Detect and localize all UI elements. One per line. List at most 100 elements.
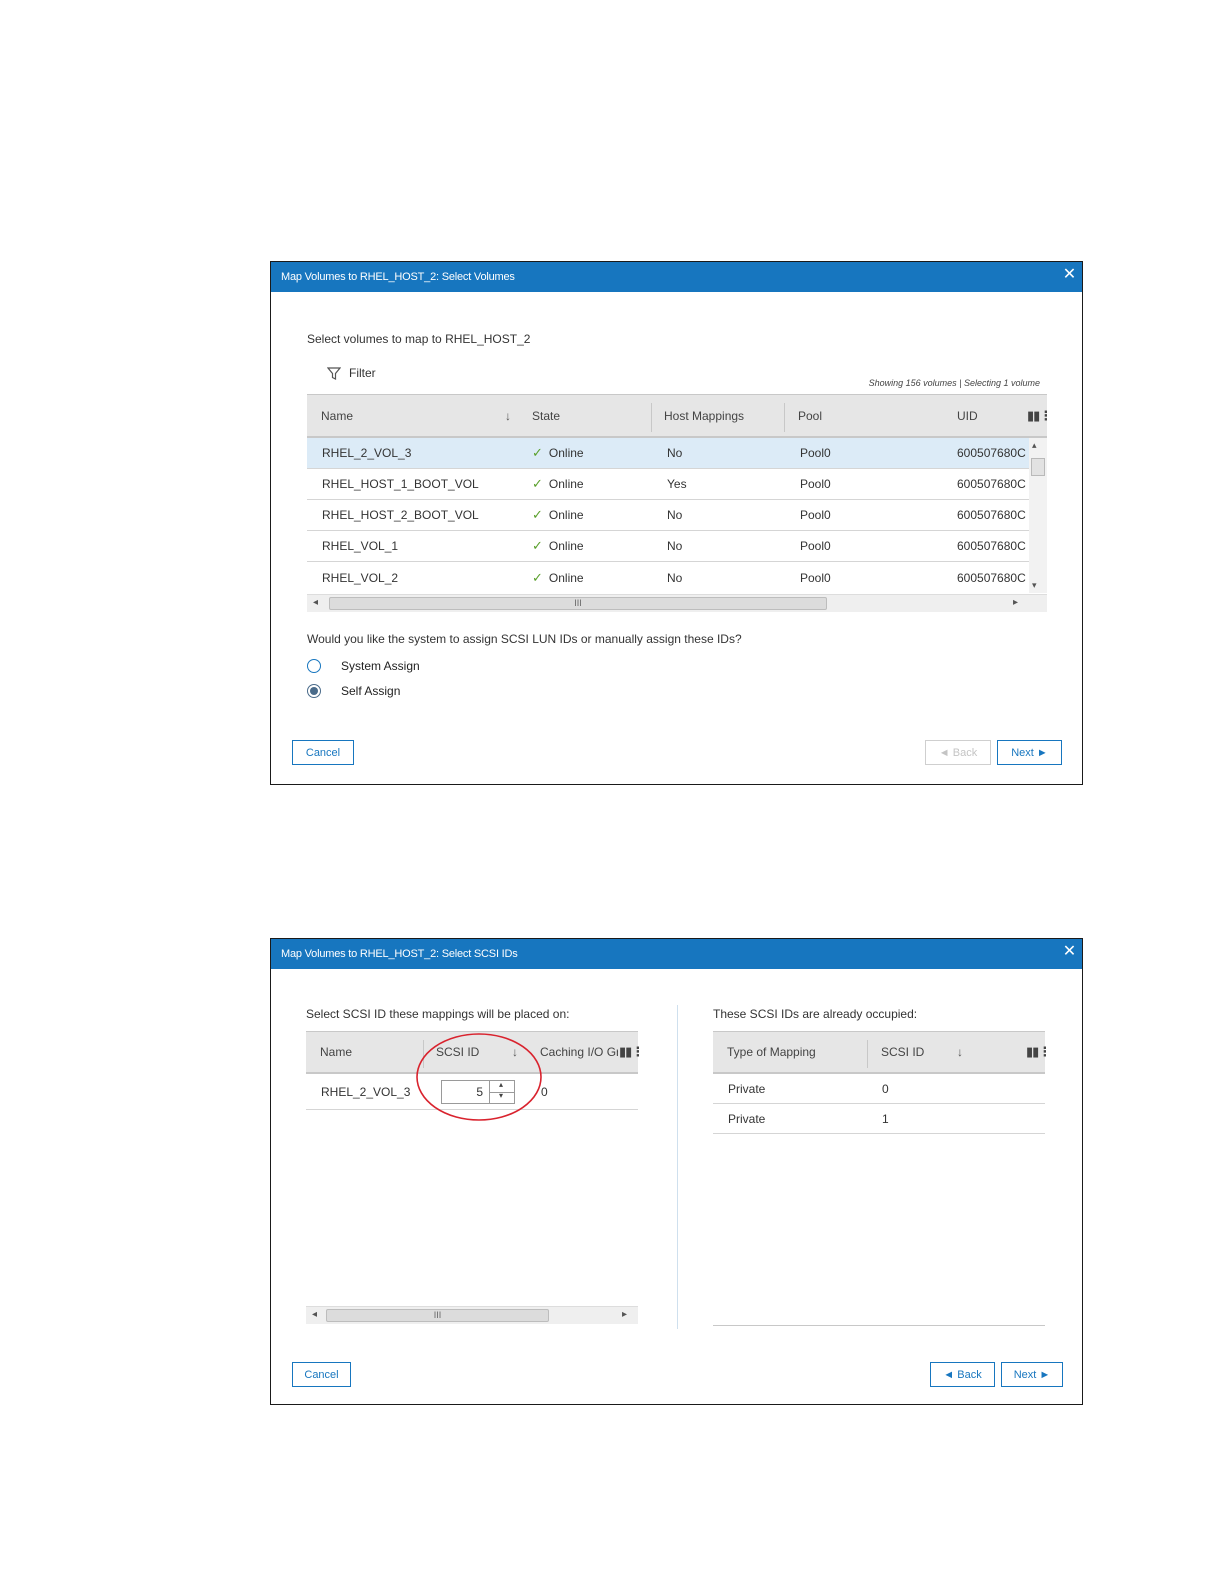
back-button[interactable]: ◄ Back [930,1362,995,1387]
cell-type: Private [728,1081,766,1096]
cell-name: RHEL_VOL_1 [322,539,399,553]
scroll-right-icon[interactable]: ▸ [622,1309,627,1320]
close-icon[interactable]: ✕ [1063,939,1076,965]
sort-down-icon: ↓ [505,408,511,423]
select-volumes-dialog: Map Volumes to RHEL_HOST_2: Select Volum… [270,261,1083,785]
checkmark-icon: ✓ [532,569,543,585]
cell-host-mappings: No [667,539,683,553]
table-header: Type of Mapping SCSI ID ↓ ▮▮⋮ [713,1031,1051,1074]
filter-button[interactable]: Filter [327,366,376,380]
cell-scsi-id: 0 [882,1081,889,1096]
highlight-circle [416,1033,542,1121]
table-row[interactable]: RHEL_2_VOL_3 ✓ Online No Pool0 600507680C [307,438,1029,469]
cell-state: ✓ Online [532,538,584,553]
column-header-caching-io-group[interactable]: Caching I/O Gr [540,1032,618,1072]
cell-uid: 600507680C [957,477,1026,491]
self-assign-option[interactable]: Self Assign [307,684,507,700]
system-assign-radio[interactable] [307,659,321,673]
cell-uid: 600507680C [957,570,1026,585]
filter-label: Filter [349,366,376,380]
column-config-icon[interactable]: ▮▮⋮ [1027,395,1052,436]
table-bottom-rule [713,1325,1045,1326]
cell-name: RHEL_HOST_1_BOOT_VOL [322,477,479,491]
cell-pool: Pool0 [800,570,831,585]
vertical-scrollbar[interactable]: ▴ ▾ [1029,438,1047,593]
self-assign-label: Self Assign [341,684,401,698]
cell-state: ✓ Online [532,569,584,585]
column-config-icon[interactable]: ▮▮⋮ [1026,1032,1051,1072]
cell-pool: Pool0 [800,508,831,522]
next-button[interactable]: Next ► [1001,1362,1063,1387]
table-row[interactable]: Private 0 [713,1074,1045,1104]
table-row[interactable]: RHEL_VOL_1 ✓ Online No Pool0 600507680C [307,531,1029,562]
dialog-title-bar: Map Volumes to RHEL_HOST_2: Select SCSI … [271,939,1082,969]
horizontal-scroll-thumb[interactable]: III [326,1309,549,1322]
cell-uid: 600507680C [957,446,1026,460]
pane-divider [677,1005,678,1329]
column-header-scsi-id[interactable]: SCSI ID ↓ [881,1032,963,1072]
cell-pool: Pool0 [800,539,831,553]
cell-host-mappings: No [667,446,683,460]
self-assign-radio[interactable] [307,684,321,698]
cell-name: RHEL_HOST_2_BOOT_VOL [322,508,479,522]
cell-pool: Pool0 [800,446,831,460]
cell-host-mappings: No [667,508,683,522]
back-button[interactable]: ◄ Back [925,740,991,765]
checkmark-icon: ✓ [532,445,543,460]
selection-status: Showing 156 volumes | Selecting 1 volume [868,378,1040,388]
dialog-title: Map Volumes to RHEL_HOST_2: Select Volum… [281,271,515,283]
left-heading: Select SCSI ID these mappings will be pl… [306,1007,570,1021]
system-assign-option[interactable]: System Assign [307,659,507,675]
column-header-host-mappings[interactable]: Host Mappings [664,395,744,436]
table-header: Name ↓ State Host Mappings Pool UID ▮▮⋮ [307,394,1052,438]
cell-host-mappings: Yes [667,477,687,491]
select-scsi-ids-dialog: Map Volumes to RHEL_HOST_2: Select SCSI … [270,938,1083,1405]
column-header-pool[interactable]: Pool [798,395,822,436]
vertical-scroll-thumb[interactable] [1031,458,1045,476]
cell-name: RHEL_2_VOL_3 [322,446,412,460]
cell-state: ✓ Online [532,507,584,522]
cell-host-mappings: No [667,570,683,585]
column-config-icon[interactable]: ▮▮⋮ [619,1032,644,1072]
checkmark-icon: ✓ [532,507,543,522]
horizontal-scrollbar[interactable]: ◂ III ▸ [306,1306,638,1324]
checkmark-icon: ✓ [532,476,543,491]
cell-pool: Pool0 [800,477,831,491]
scroll-left-icon[interactable]: ◂ [313,597,318,608]
cell-scsi-id: 1 [882,1111,889,1126]
scroll-down-icon[interactable]: ▾ [1032,580,1037,591]
assign-question: Would you like the system to assign SCSI… [307,632,742,646]
filter-icon [327,366,341,380]
table-row[interactable]: Private 1 [713,1104,1045,1134]
next-button[interactable]: Next ► [997,740,1062,765]
scroll-right-icon[interactable]: ▸ [1013,597,1018,608]
table-body: RHEL_2_VOL_3 ✓ Online No Pool0 600507680C… [307,438,1029,593]
cancel-button[interactable]: Cancel [292,740,354,765]
cell-uid: 600507680C [957,539,1026,553]
scroll-up-icon[interactable]: ▴ [1032,440,1037,451]
horizontal-scroll-thumb[interactable]: III [329,597,827,610]
table-row[interactable]: RHEL_HOST_2_BOOT_VOL ✓ Online No Pool0 60… [307,500,1029,531]
cancel-button[interactable]: Cancel [292,1362,351,1387]
cell-name: RHEL_VOL_2 [322,570,399,585]
cell-state: ✓ Online [532,476,584,491]
cell-type: Private [728,1111,766,1126]
sort-down-icon: ↓ [957,1045,963,1059]
instruction-text: Select volumes to map to RHEL_HOST_2 [307,332,531,346]
right-heading: These SCSI IDs are already occupied: [713,1007,918,1021]
table-row[interactable]: RHEL_HOST_1_BOOT_VOL ✓ Online Yes Pool0 6… [307,469,1029,500]
column-header-name[interactable]: Name ↓ [321,395,511,436]
column-header-type-of-mapping[interactable]: Type of Mapping [727,1032,816,1072]
checkmark-icon: ✓ [532,538,543,553]
column-header-state[interactable]: State [532,395,560,436]
table-row[interactable]: RHEL_VOL_2 ✓ Online No Pool0 600507680C [307,562,1029,593]
scroll-left-icon[interactable]: ◂ [312,1309,317,1320]
horizontal-scrollbar[interactable]: ◂ III ▸ [307,594,1047,612]
close-icon[interactable]: ✕ [1063,262,1076,288]
column-header-uid[interactable]: UID [957,395,978,436]
volumes-table: Name ↓ State Host Mappings Pool UID ▮▮⋮ … [307,394,1052,616]
cell-name: RHEL_2_VOL_3 [321,1084,411,1099]
column-header-name[interactable]: Name [320,1032,352,1072]
system-assign-label: System Assign [341,659,420,673]
dialog-title: Map Volumes to RHEL_HOST_2: Select SCSI … [281,948,518,960]
